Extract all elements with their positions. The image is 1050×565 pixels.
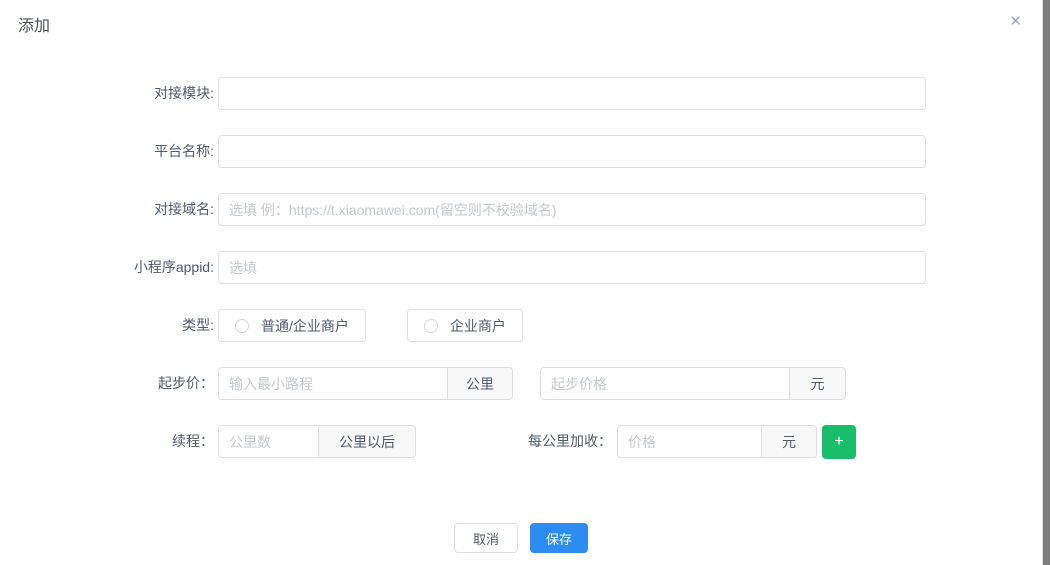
per-km-price-input[interactable]: [618, 426, 761, 457]
type-label: 类型:: [0, 309, 218, 342]
appid-input[interactable]: [218, 251, 926, 284]
domain-input[interactable]: [218, 193, 926, 226]
dialog-footer: 取消 保存: [0, 523, 1042, 553]
platform-name-input[interactable]: [218, 135, 926, 168]
save-button[interactable]: 保存: [530, 523, 588, 553]
add-form: 对接模块: 平台名称: 对接域名: 小程序appid: 类型: 普通/企业商户 …: [0, 77, 1050, 483]
type-option-normal-enterprise[interactable]: 普通/企业商户: [218, 309, 366, 342]
form-row-renewal: 续程： 公里以后 每公里加收： 元 +: [0, 425, 1050, 458]
dialog-title: 添加: [18, 12, 50, 36]
add-tier-button[interactable]: +: [822, 425, 856, 459]
radio-icon[interactable]: [424, 319, 438, 333]
base-price-input[interactable]: [541, 368, 789, 399]
cancel-button[interactable]: 取消: [454, 523, 518, 553]
per-km-unit-suffix: 元: [761, 426, 816, 457]
type-option-label: 企业商户: [450, 316, 506, 336]
min-distance-input[interactable]: [219, 368, 447, 399]
form-row-platform-name: 平台名称:: [0, 135, 1050, 168]
add-dialog: 添加 ✕ 对接模块: 平台名称: 对接域名: 小程序appid: 类型: 普通/…: [0, 0, 1050, 565]
scrollbar[interactable]: [1042, 0, 1050, 565]
distance-unit-suffix: 公里: [447, 368, 512, 399]
min-distance-group: 公里: [218, 367, 513, 400]
form-row-domain: 对接域名:: [0, 193, 1050, 226]
form-row-appid: 小程序appid:: [0, 251, 1050, 284]
form-row-base-price: 起步价： 公里 元: [0, 367, 1050, 400]
domain-label: 对接域名:: [0, 193, 218, 226]
module-label: 对接模块:: [0, 77, 218, 110]
per-km-label: 每公里加收：: [528, 425, 612, 458]
type-option-label: 普通/企业商户: [261, 316, 349, 336]
form-row-type: 类型: 普通/企业商户 企业商户: [0, 309, 1050, 342]
platform-name-label: 平台名称:: [0, 135, 218, 168]
km-after-suffix: 公里以后: [318, 426, 415, 457]
base-price-label: 起步价：: [0, 367, 218, 400]
renewal-km-input[interactable]: [219, 426, 318, 457]
module-input[interactable]: [218, 77, 926, 110]
form-row-module: 对接模块:: [0, 77, 1050, 110]
renewal-km-group: 公里以后: [218, 425, 416, 458]
appid-label: 小程序appid:: [0, 251, 218, 284]
price-unit-suffix: 元: [789, 368, 845, 399]
renewal-label: 续程：: [0, 425, 218, 458]
per-km-price-group: 元: [617, 425, 817, 458]
close-icon[interactable]: ✕: [1007, 10, 1024, 34]
base-price-group: 元: [540, 367, 846, 400]
type-option-enterprise[interactable]: 企业商户: [407, 309, 523, 342]
radio-icon[interactable]: [235, 319, 249, 333]
